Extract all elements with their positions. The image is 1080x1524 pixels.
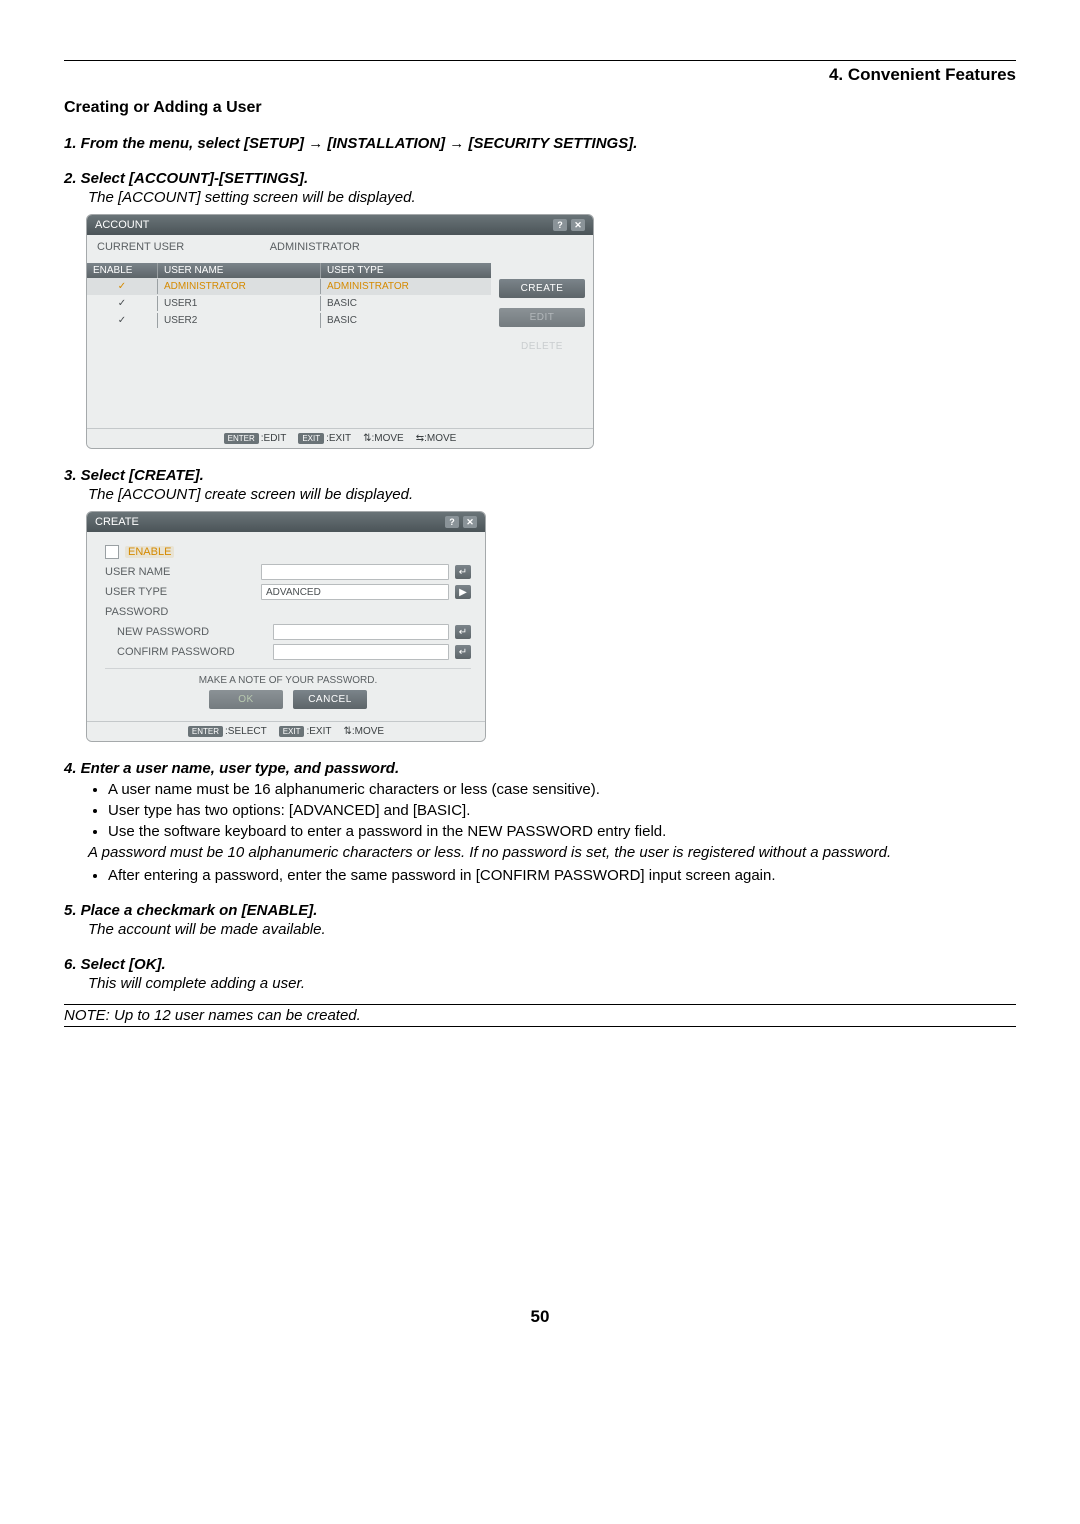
- newpassword-label: NEW PASSWORD: [105, 626, 267, 638]
- create-button[interactable]: CREATE: [499, 279, 585, 298]
- password-note: MAKE A NOTE OF YOUR PASSWORD.: [105, 668, 471, 690]
- account-table: ENABLE USER NAME USER TYPE ✓ ADMINISTRAT…: [87, 263, 491, 428]
- row-enable: ✓: [87, 279, 157, 294]
- enter-icon[interactable]: ↵: [455, 645, 471, 659]
- arrow-right-icon[interactable]: ▶: [455, 585, 471, 599]
- step-4: 4. Enter a user name, user type, and pas…: [64, 760, 1016, 777]
- enable-checkbox[interactable]: [105, 545, 119, 559]
- usertype-label: USER TYPE: [105, 586, 255, 598]
- step-6-result: This will complete adding a user.: [88, 975, 1016, 992]
- step-3-result: The [ACCOUNT] create screen will be disp…: [88, 486, 1016, 503]
- row-enable: ✓: [87, 296, 157, 311]
- step-4-bullets-2: After entering a password, enter the sam…: [108, 867, 1016, 884]
- step-5-result: The account will be made available.: [88, 921, 1016, 938]
- create-title: CREATE: [95, 516, 139, 528]
- cancel-button[interactable]: CANCEL: [293, 690, 367, 709]
- step-2: 2. Select [ACCOUNT]-[SETTINGS].: [64, 170, 1016, 187]
- col-usertype: USER TYPE: [320, 263, 491, 278]
- newpassword-input[interactable]: [273, 624, 449, 640]
- ok-button[interactable]: OK: [209, 690, 283, 709]
- step-2-result: The [ACCOUNT] setting screen will be dis…: [88, 189, 1016, 206]
- create-footer: ENTER:SELECT EXIT:EXIT ⇅:MOVE: [87, 721, 485, 741]
- step-5: 5. Place a checkmark on [ENABLE].: [64, 902, 1016, 919]
- row-username: USER1: [157, 296, 320, 311]
- create-window: CREATE ? ✕ ENABLE USER NAME ↵ USER TYPE …: [86, 511, 486, 742]
- col-enable: ENABLE: [87, 263, 157, 278]
- exit-key-icon: EXIT: [298, 433, 324, 444]
- move-vertical-hint: ⇅:MOVE: [344, 726, 385, 737]
- enter-icon[interactable]: ↵: [455, 625, 471, 639]
- enable-row[interactable]: ENABLE: [105, 542, 471, 562]
- account-titlebar: ACCOUNT ? ✕: [87, 215, 593, 235]
- list-item: Use the software keyboard to enter a pas…: [108, 823, 1016, 840]
- step-3: 3. Select [CREATE].: [64, 467, 1016, 484]
- step-4-bullets: A user name must be 16 alphanumeric char…: [108, 781, 1016, 840]
- account-title: ACCOUNT: [95, 219, 149, 231]
- row-usertype: BASIC: [320, 313, 491, 328]
- create-titlebar: CREATE ? ✕: [87, 512, 485, 532]
- step-1: 1. From the menu, select [SETUP] → [INST…: [64, 135, 1016, 152]
- delete-button[interactable]: DELETE: [499, 337, 585, 356]
- chapter-header: 4. Convenient Features: [64, 65, 1016, 85]
- table-row[interactable]: ✓ ADMINISTRATOR ADMINISTRATOR: [87, 278, 491, 295]
- confirmpassword-label: CONFIRM PASSWORD: [105, 646, 267, 658]
- username-input[interactable]: [261, 564, 449, 580]
- step-6: 6. Select [OK].: [64, 956, 1016, 973]
- enter-key-icon: ENTER: [224, 433, 259, 444]
- row-usertype: BASIC: [320, 296, 491, 311]
- help-icon[interactable]: ?: [553, 219, 567, 231]
- row-usertype: ADMINISTRATOR: [320, 279, 491, 294]
- edit-button[interactable]: EDIT: [499, 308, 585, 327]
- move-horizontal-hint: ⇆:MOVE: [416, 433, 457, 444]
- table-row[interactable]: ✓ USER2 BASIC: [87, 312, 491, 329]
- row-username: USER2: [157, 313, 320, 328]
- table-row[interactable]: ✓ USER1 BASIC: [87, 295, 491, 312]
- enter-key-icon: ENTER: [188, 726, 223, 737]
- account-window: ACCOUNT ? ✕ CURRENT USER ADMINISTRATOR E…: [86, 214, 594, 449]
- move-vertical-hint: ⇅:MOVE: [363, 433, 404, 444]
- current-user-label: CURRENT USER: [97, 241, 184, 253]
- username-label: USER NAME: [105, 566, 255, 578]
- step-4-note: A password must be 10 alphanumeric chara…: [88, 844, 1016, 861]
- exit-key-icon: EXIT: [279, 726, 305, 737]
- usertype-select[interactable]: ADVANCED: [261, 584, 449, 600]
- col-username: USER NAME: [157, 263, 320, 278]
- close-icon[interactable]: ✕: [571, 219, 585, 231]
- list-item: User type has two options: [ADVANCED] an…: [108, 802, 1016, 819]
- list-item: A user name must be 16 alphanumeric char…: [108, 781, 1016, 798]
- help-icon[interactable]: ?: [445, 516, 459, 528]
- enter-icon[interactable]: ↵: [455, 565, 471, 579]
- list-item: After entering a password, enter the sam…: [108, 867, 1016, 884]
- row-username: ADMINISTRATOR: [157, 279, 320, 294]
- current-user-value: ADMINISTRATOR: [270, 241, 360, 253]
- confirmpassword-input[interactable]: [273, 644, 449, 660]
- enable-label: ENABLE: [125, 546, 174, 558]
- password-label: PASSWORD: [105, 606, 255, 618]
- section-title: Creating or Adding a User: [64, 99, 1016, 117]
- account-footer: ENTER:EDIT EXIT:EXIT ⇅:MOVE ⇆:MOVE: [87, 428, 593, 448]
- row-enable: ✓: [87, 313, 157, 328]
- page-number: 50: [64, 1307, 1016, 1327]
- close-icon[interactable]: ✕: [463, 516, 477, 528]
- note: NOTE: Up to 12 user names can be created…: [64, 1004, 1016, 1027]
